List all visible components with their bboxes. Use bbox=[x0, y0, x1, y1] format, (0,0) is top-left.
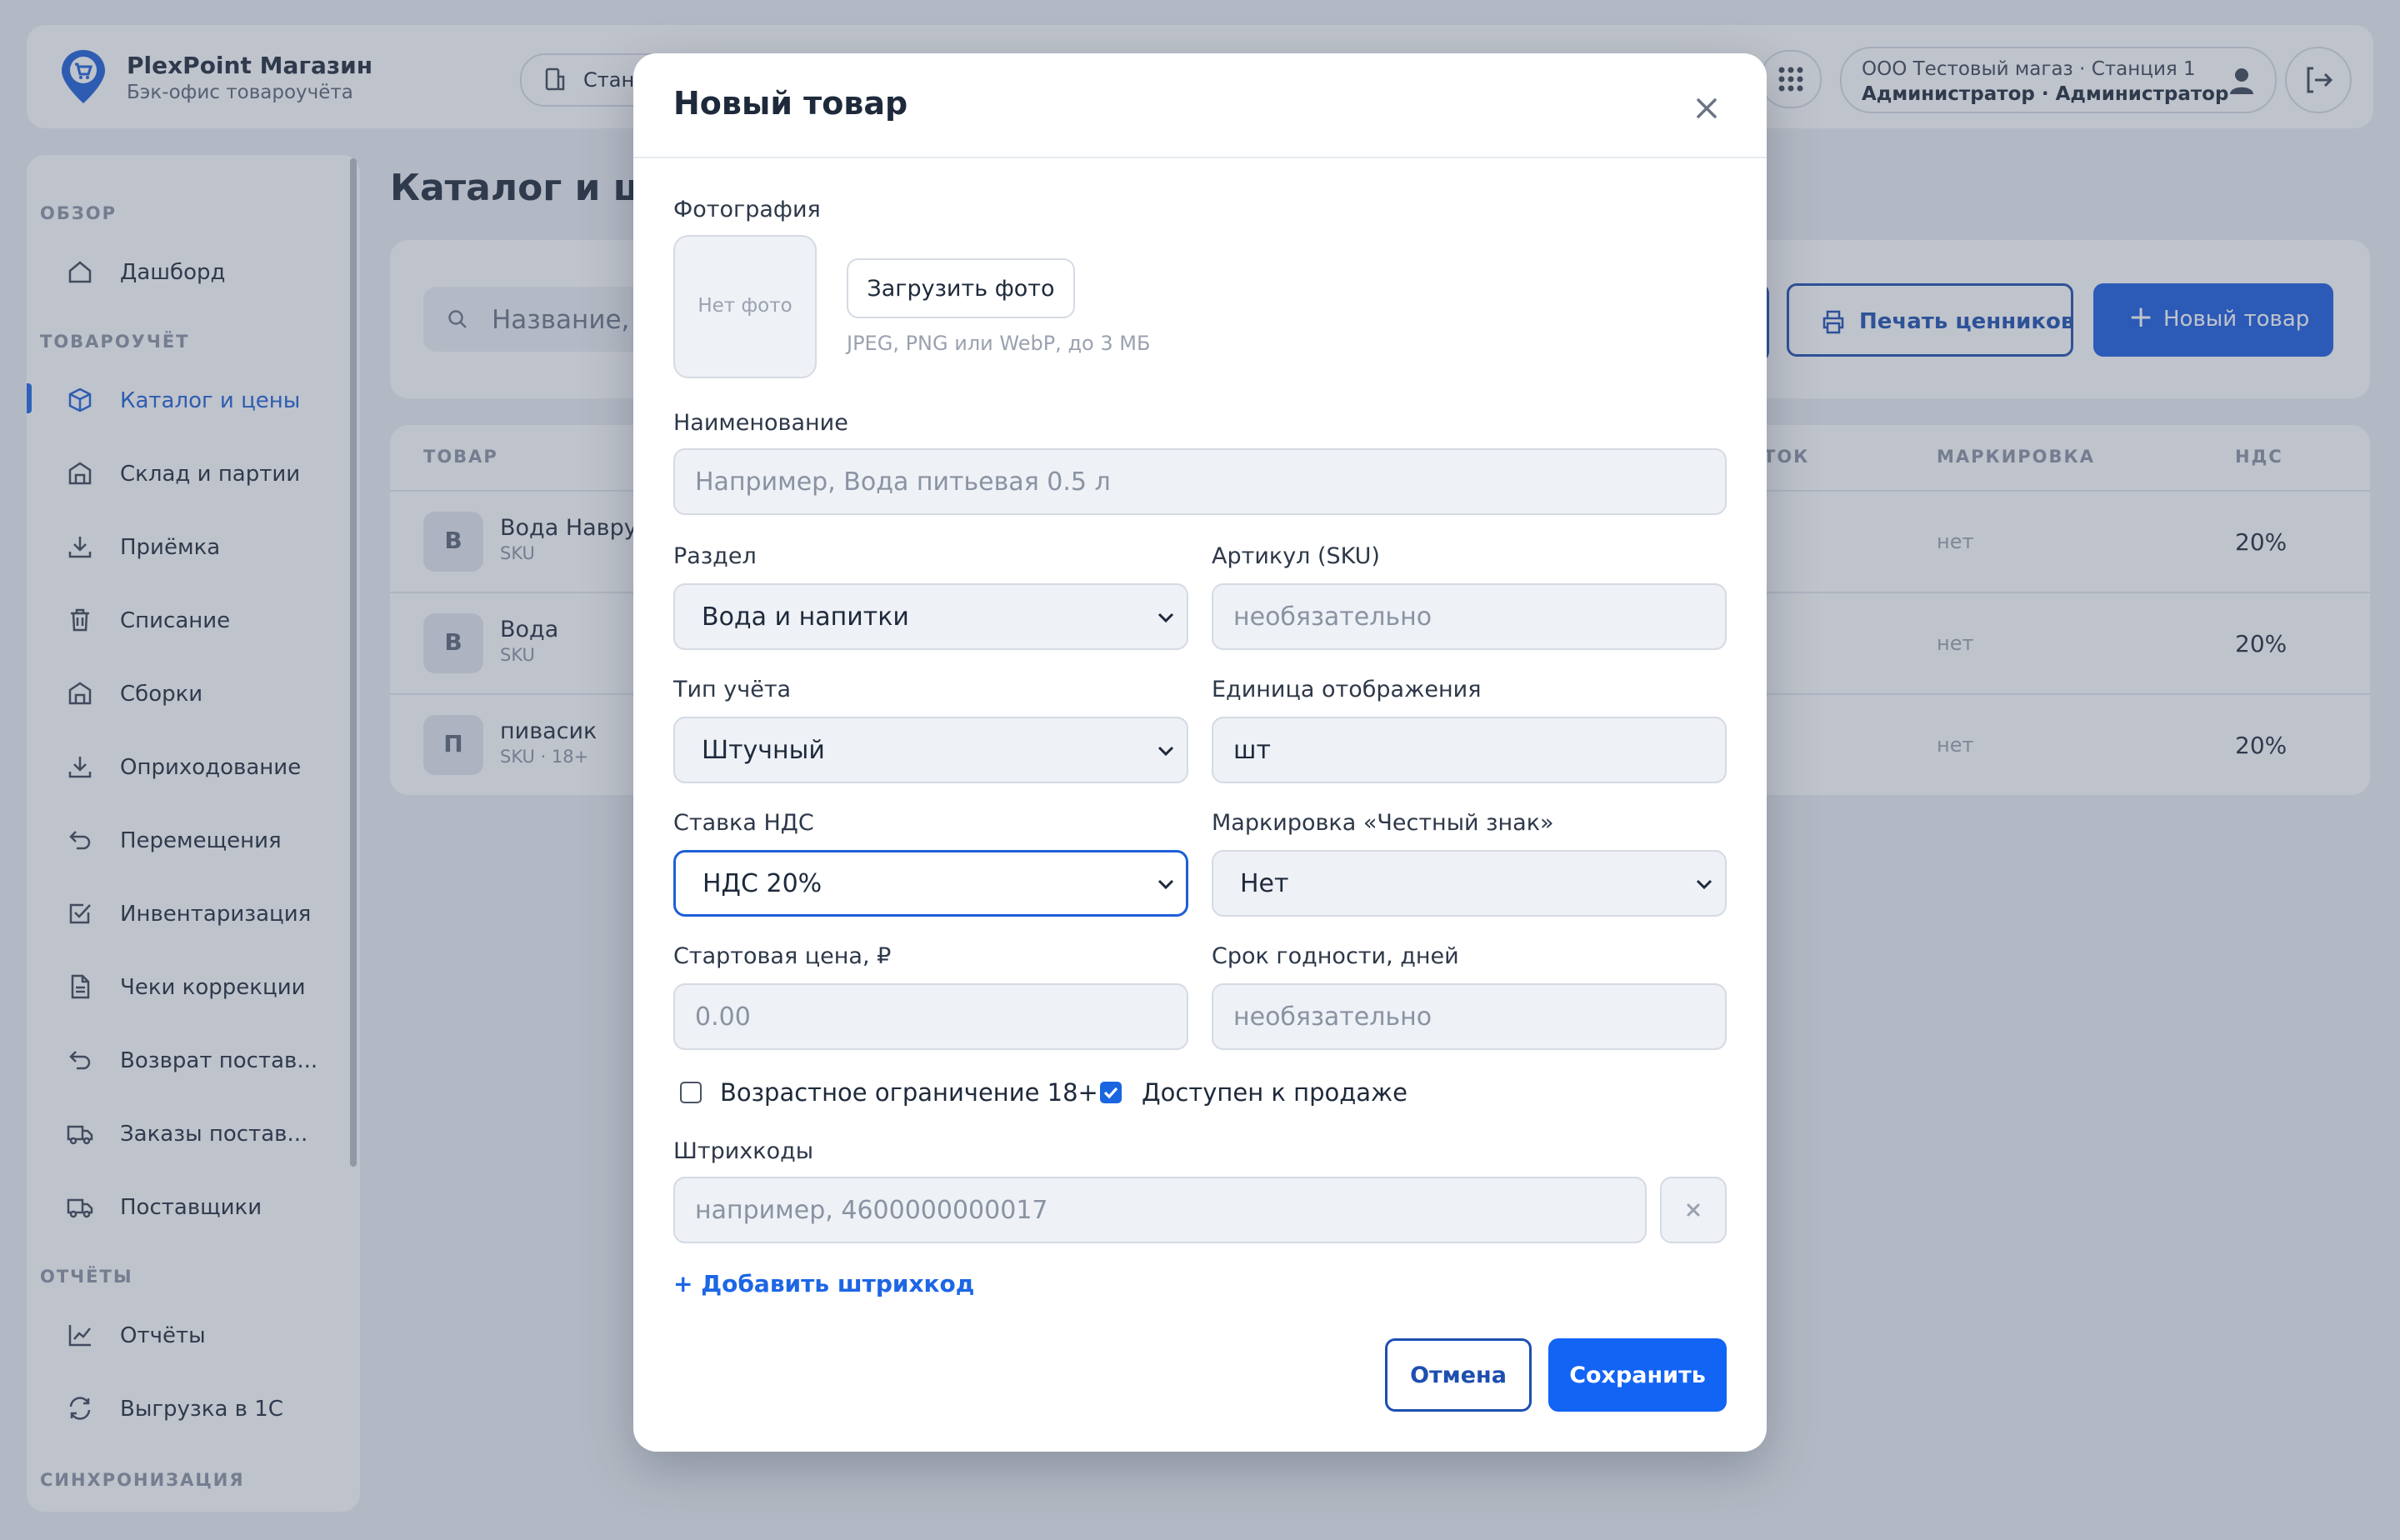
unit-input[interactable] bbox=[1212, 717, 1727, 783]
sku-label: Артикул (SKU) bbox=[1212, 543, 1380, 569]
checkmark-icon bbox=[1103, 1087, 1118, 1099]
vat-rate-label: Ставка НДС bbox=[673, 810, 814, 836]
new-product-dialog: Новый товар Фотография Нет фото Загрузит… bbox=[633, 53, 1767, 1452]
shelf-life-label: Срок годности, дней bbox=[1212, 943, 1459, 969]
name-label: Наименование bbox=[673, 410, 848, 436]
section-select[interactable]: Вода и напитки bbox=[673, 583, 1188, 650]
upload-photo-button[interactable]: Загрузить фото bbox=[847, 258, 1075, 318]
close-icon bbox=[1687, 1203, 1700, 1217]
upload-hint: JPEG, PNG или WebP, до 3 МБ bbox=[847, 332, 1151, 355]
cancel-button[interactable]: Отмена bbox=[1385, 1338, 1532, 1412]
dialog-title: Новый товар bbox=[673, 85, 908, 122]
shelf-life-input[interactable] bbox=[1212, 983, 1727, 1050]
photo-preview: Нет фото bbox=[673, 235, 817, 378]
start-price-label: Стартовая цена, ₽ bbox=[673, 943, 892, 969]
start-price-input[interactable] bbox=[673, 983, 1188, 1050]
dialog-header-divider bbox=[633, 157, 1767, 158]
barcodes-label: Штрихкоды bbox=[673, 1138, 814, 1164]
accounting-type-select[interactable]: Штучный bbox=[673, 717, 1188, 783]
age-restriction-label: Возрастное ограничение 18+ bbox=[720, 1078, 1098, 1107]
no-photo-text: Нет фото bbox=[698, 295, 792, 317]
photo-label: Фотография bbox=[673, 197, 821, 222]
remove-barcode-button[interactable] bbox=[1660, 1177, 1727, 1243]
marking-select[interactable]: Нет bbox=[1212, 850, 1727, 917]
barcode-input[interactable] bbox=[673, 1177, 1647, 1243]
product-name-input[interactable] bbox=[673, 448, 1727, 515]
save-button[interactable]: Сохранить bbox=[1548, 1338, 1727, 1412]
close-icon[interactable] bbox=[1690, 92, 1723, 125]
section-label: Раздел bbox=[673, 543, 757, 569]
sku-input[interactable] bbox=[1212, 583, 1727, 650]
unit-label: Единица отображения bbox=[1212, 677, 1482, 702]
marking-label: Маркировка «Честный знак» bbox=[1212, 810, 1554, 836]
available-for-sale-label: Доступен к продаже bbox=[1142, 1078, 1408, 1107]
age-restriction-checkbox[interactable] bbox=[680, 1082, 702, 1103]
available-for-sale-checkbox[interactable] bbox=[1100, 1082, 1122, 1103]
vat-rate-select[interactable]: НДС 20% bbox=[673, 850, 1188, 917]
accounting-type-label: Тип учёта bbox=[673, 677, 792, 702]
add-barcode-link[interactable]: + Добавить штрихкод bbox=[673, 1270, 974, 1298]
